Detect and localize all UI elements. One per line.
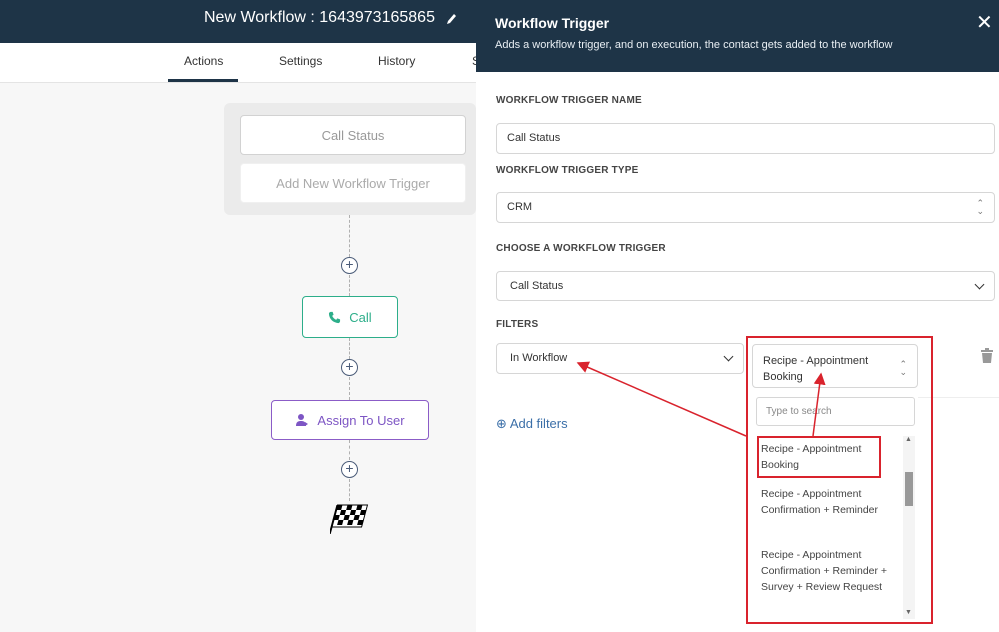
annotation-arrows <box>576 361 826 437</box>
annotation-arrow-to-value <box>812 372 826 437</box>
annotation-arrow-to-filter <box>576 361 747 437</box>
